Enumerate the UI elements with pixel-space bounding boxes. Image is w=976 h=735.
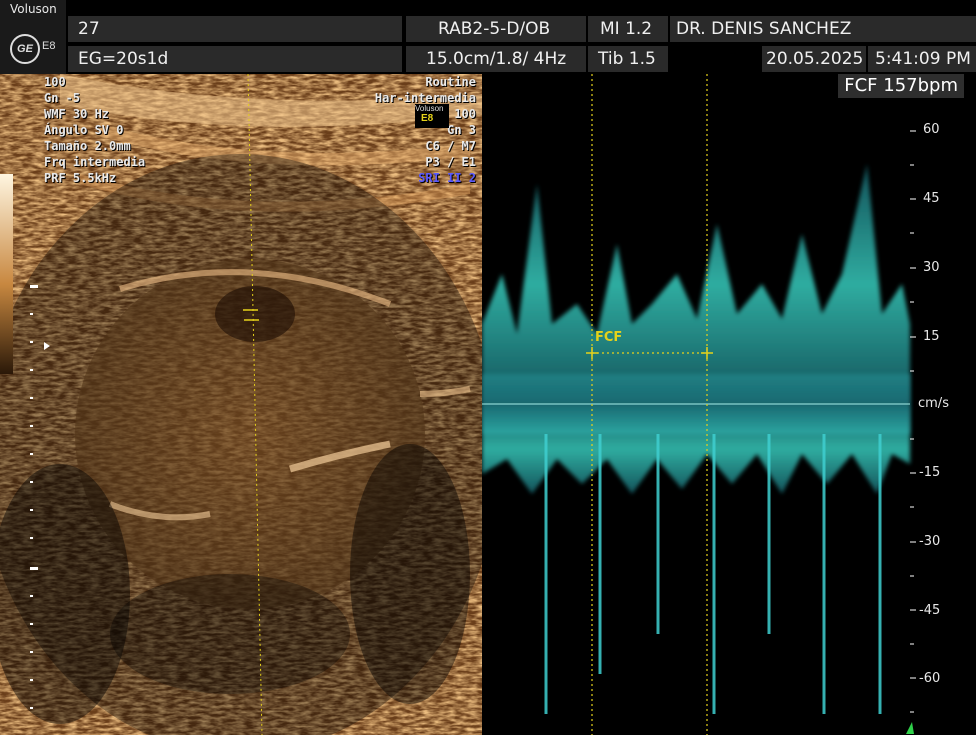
- mechanical-index: MI 1.2: [588, 16, 668, 42]
- exam-date: 20.05.2025: [762, 46, 866, 72]
- ge-voluson-logo: Voluson GE E8: [0, 0, 66, 74]
- gain-param: Gn -5: [44, 91, 81, 105]
- persistence-param: P3 / E1: [425, 155, 476, 169]
- scale-tick-15: 15: [923, 329, 940, 344]
- scale-tick-neg30: -30: [919, 534, 941, 549]
- wall-filter-param: WMF 30 Hz: [44, 107, 110, 121]
- scale-tick-neg15: -15: [919, 465, 941, 480]
- prf-param: PRF 5.5kHz: [44, 171, 117, 185]
- power-param: 100: [44, 75, 66, 89]
- doppler-spectrum-panel[interactable]: 60 45 30 15 cm/s -15 -30 -45 -60 FCF: [482, 74, 976, 735]
- doppler-spectrum-render: [482, 74, 976, 735]
- scale-tick-45: 45: [923, 191, 940, 206]
- depth-info: 15.0cm/1.8/ 4Hz: [406, 46, 586, 72]
- model-text: E8: [42, 40, 56, 52]
- bmode-image[interactable]: 100 Gn -5 WMF 30 Hz Ángulo SV 0 Tamaño 2…: [0, 74, 482, 735]
- frequency-param: Frq intermedia: [44, 155, 146, 169]
- thermal-index-bone: Tib 1.5: [588, 46, 668, 72]
- patient-id: 27: [68, 16, 402, 42]
- angle-param: Ángulo SV 0: [44, 123, 124, 137]
- bmode-params-left: 100 Gn -5 WMF 30 Hz Ángulo SV 0 Tamaño 2…: [44, 74, 145, 186]
- mini-model: E8: [421, 113, 434, 124]
- velocity-unit: cm/s: [918, 396, 949, 411]
- sri-param: SRI II 2: [418, 171, 476, 185]
- scale-tick-neg60: -60: [919, 671, 941, 686]
- scale-tick-60: 60: [923, 122, 940, 137]
- probe-preset: RAB2-5-D/OB: [406, 16, 586, 42]
- header-bar: Voluson GE E8 27 EG=20s1d RAB2-5-D/OB 15…: [0, 0, 976, 74]
- fcf-caliper-label: FCF: [595, 330, 623, 345]
- doctor-name: DR. DENIS SANCHEZ: [670, 16, 976, 42]
- brand-text: Voluson: [10, 2, 57, 16]
- fetal-heart-rate-readout: FCF 157bpm: [838, 74, 964, 98]
- preset-param: Routine: [425, 75, 476, 89]
- ge-logo-icon: GE: [10, 34, 40, 64]
- exam-time: 5:41:09 PM: [868, 46, 976, 72]
- gestational-age: EG=20s1d: [68, 46, 402, 72]
- gate-size-param: Tamaño 2.0mm: [44, 139, 131, 153]
- color-map-param: C6 / M7: [425, 139, 476, 153]
- mini-voluson-logo: Voluson E8: [415, 104, 449, 128]
- grayscale-bar: [0, 174, 13, 374]
- bmode-params-right: Routine Har-intermedia 100 Gn 3 C6 / M7 …: [375, 74, 476, 186]
- scale-tick-neg45: -45: [919, 603, 941, 618]
- scale-tick-30: 30: [923, 260, 940, 275]
